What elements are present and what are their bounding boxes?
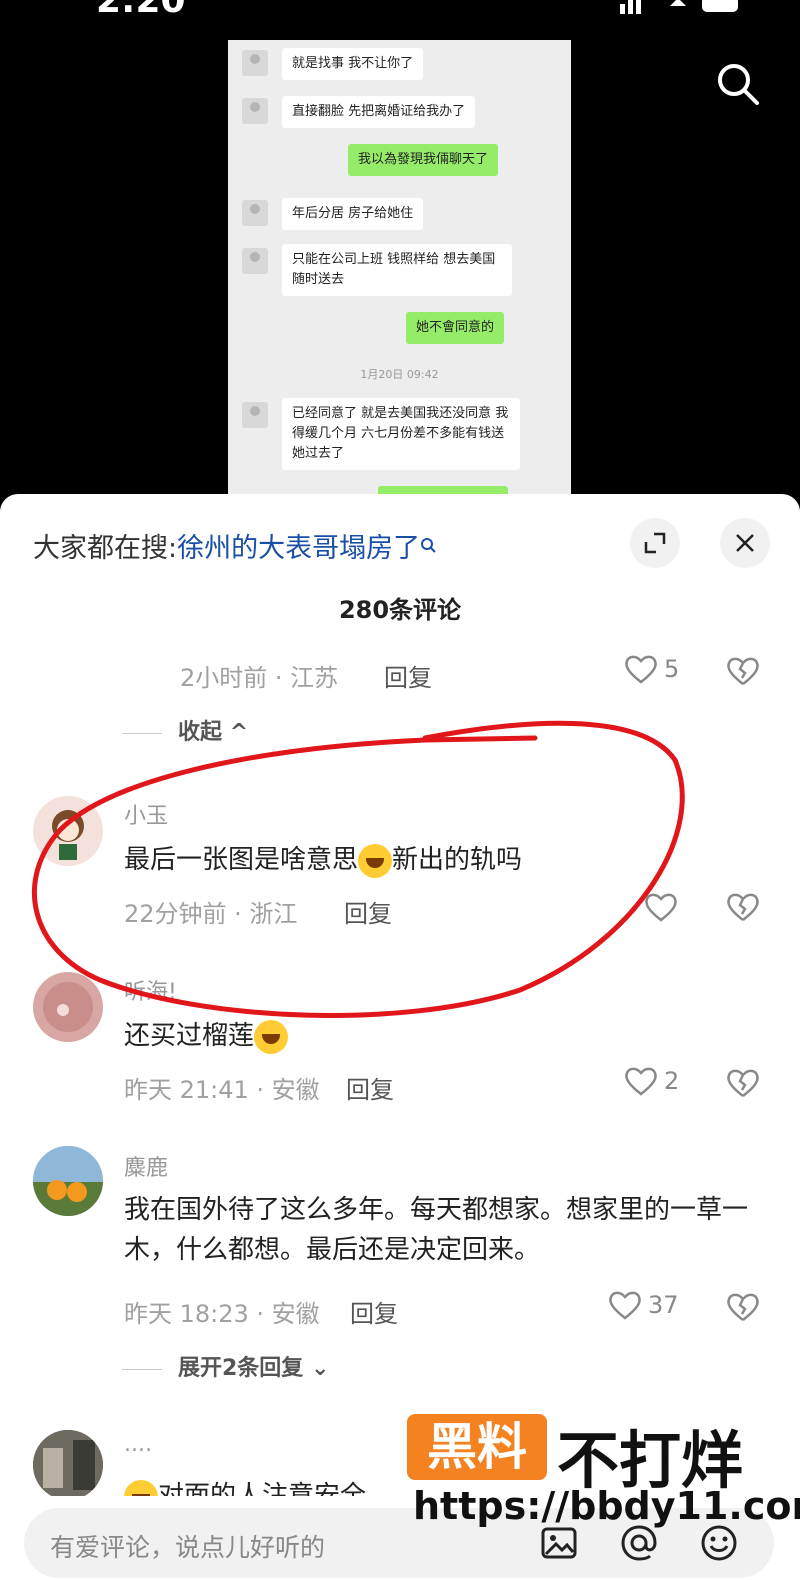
watermark-url: https://bbdy11.com xyxy=(413,1484,800,1528)
comment-input-placeholder: 有爱评论，说点儿好听的 xyxy=(50,1533,326,1562)
watermark-badge: 黑料 xyxy=(407,1414,547,1480)
red-circle-annotation xyxy=(31,720,685,1018)
watermark: 黑料 不打烊 https://bbdy11.com xyxy=(407,1414,800,1544)
